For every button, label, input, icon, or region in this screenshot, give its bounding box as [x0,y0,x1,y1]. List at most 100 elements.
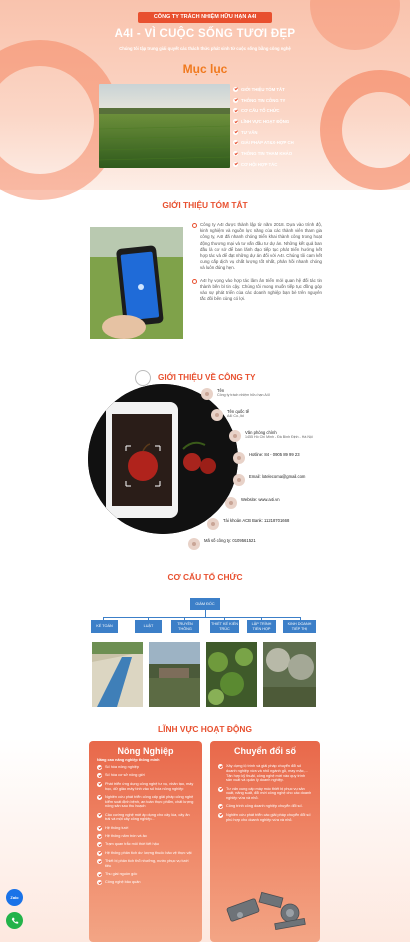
toc-item[interactable]: TƯ VẤN [233,127,353,138]
phone-apple-photo [88,384,238,534]
check-icon [97,842,102,848]
check-icon [218,804,223,810]
org-dept: TRUYỀN THÔNG [171,620,199,633]
check-icon [97,765,102,770]
check-icon [97,825,102,831]
org-connector [204,610,206,617]
check-icon [97,833,102,839]
mail-icon [233,474,245,486]
org-heading: CƠ CẤU TỔ CHỨC [167,572,243,582]
org-dept: LẬP TRÌNH TIỂN HỌP [247,620,276,633]
company-info-tax-code: Mã số công ty: 0109561521 [188,538,256,550]
company-info-bank: Tài khoản ACB Bank: 11218701668 [207,518,289,530]
check-icon [233,86,238,92]
machinery-illustration [220,873,316,939]
page-subtitle: Chúng tôi tập trung giải quyết các thách… [119,46,291,51]
phone-in-field-photo [90,227,183,339]
list-item: Số hóa nông nghiệp [97,765,194,770]
list-item: Xây dựng lộ trình và giải pháp chuyển đổ… [218,764,312,783]
check-icon [233,150,238,156]
check-icon [97,773,102,779]
list-item: Phát triển ứng dụng công nghệ tư vụ, nhâ… [97,781,194,792]
org-dept: THIẾT KẾ KIẾN TRÚC [210,620,239,633]
check-icon [218,764,223,769]
company-info-intl-name: Tên quốc tế A4I Co.,ltd [211,409,249,421]
check-icon [233,161,238,167]
list-item: Nghiên cứu phát triển các giải pháp chuy… [218,812,312,823]
list-item: Số hóa cơ sở nông giới [97,773,194,779]
check-icon [97,880,102,886]
list-item: Công trình công doanh nghiệp chuyển đổi … [218,804,312,810]
activities-background [0,738,410,942]
check-icon [233,108,238,114]
canal-photo [92,642,143,707]
check-icon [97,781,102,787]
bullet-icon [192,278,197,284]
toc-item[interactable]: CƠ CẤU TỔ CHỨC [233,105,353,116]
list-item: Cảo cường nghệ mới áp dụng cho cây lúa, … [97,812,194,823]
check-icon [233,97,238,103]
bullet-icon [192,223,197,228]
check-icon [97,850,102,856]
toc-item[interactable]: GIỚI THIỆU TÓM TẮT [233,84,353,95]
org-dept: KẾ TOÁN [91,620,118,633]
plants-photo [206,642,257,707]
phone-icon [11,917,18,924]
org-connector [103,617,301,618]
toc-item[interactable]: LĨNH VỰC HOẠT ĐỘNG [233,116,353,127]
toc-heading: Mục lục [182,62,228,76]
phone-icon [233,452,245,464]
check-icon [233,140,238,146]
list-item: Trạm quan trắc môi thời tiết hậu [97,842,194,848]
bank-icon [207,518,219,530]
globe-icon [225,497,237,509]
zalo-chat-button[interactable]: Zalo [6,889,23,906]
check-icon [97,872,102,878]
check-icon [233,118,238,124]
id-card-icon [188,538,200,550]
toc-item[interactable]: CƠ HỘI HỢP TÁC [233,159,353,170]
digital-transformation-title: Chuyển đổi số [233,746,296,756]
list-item: Nghiên cứu phát triển công cấp giải pháp… [97,794,194,809]
intro-paragraph: Công ty A4I được thành lập từ năm 2018. … [200,222,322,271]
list-item: Hệ thống tưới [97,825,194,831]
check-icon [218,786,223,792]
agriculture-card: Nông Nghiệp Nâng cao năng nghiệp thông m… [89,741,202,942]
page: CÔNG TY TRÁCH NHIỆM HỮU HẠN A4I A4I - VÌ… [0,0,410,942]
toc-item[interactable]: THÔNG TIN CÔNG TY [233,95,353,106]
intro-paragraph: A4I hy vọng vào hợp tác lâm ân triển mới… [200,277,322,302]
list-item: Hệ thống năm tròn và ảo [97,833,194,839]
list-item: Thu giai nguồn gốc [97,872,194,878]
digital-transformation-card: Chuyển đổi số Xây dựng lộ trình và giải … [210,741,320,942]
intro-text: Công ty A4I được thành lập từ năm 2018. … [192,222,322,308]
org-director: GIÁM ĐỐC [190,598,220,610]
check-icon [233,129,238,135]
rice-field-photo [99,84,230,168]
list-item: Hệ thống phân tích dư lượng thuốc bảo vệ… [97,850,194,856]
list-item: Tư vấn cung cấp máy móc thiết bị phục vụ… [218,786,312,801]
building-icon [201,388,213,400]
location-icon [229,430,241,442]
toc-list: GIỚI THIỆU TÓM TẮT THÔNG TIN CÔNG TY CƠ … [233,84,353,170]
company-info-email[interactable]: Email: lotelecoma@gmail.com [233,474,305,486]
company-info-name: Tên Công ty trách nhiệm hữu hạn A4I [201,388,270,400]
check-icon [218,812,223,818]
company-info-hotline[interactable]: Hotline: 84 - 0905 89 99 23 [233,452,300,464]
farm-building-photo [149,642,200,707]
check-icon [97,812,102,818]
toc-item[interactable]: GIẢI PHÁP AT&X-HỢP CH [233,137,353,148]
orchard-photo [263,642,316,707]
chat-bubble-icon [135,370,151,386]
company-info-office: Văn phòng chính 1455 Hồ Chí Minh - Đà Bìn… [229,430,313,442]
globe-icon [211,409,223,421]
agriculture-title: Nông Nghiệp [117,746,174,756]
company-info-website[interactable]: Website: www.a4i.vn [225,497,280,509]
intro-heading: GIỚI THIỆU TÓM TẮT [162,200,248,210]
company-name-badge: CÔNG TY TRÁCH NHIỆM HỮU HẠN A4I [138,12,272,23]
org-dept: KINH DOANH TIẾP THỊ [283,620,316,633]
toc-item[interactable]: THÔNG TIN THAM KHẢO [233,148,353,159]
org-dept: LUẬT [135,620,162,633]
activities-heading: LĨNH VỰC HOẠT ĐỘNG [158,724,252,734]
list-item: Thiết bị phân tích thổ nhưỡng, nước phục… [97,859,194,869]
phone-call-button[interactable] [6,912,23,929]
